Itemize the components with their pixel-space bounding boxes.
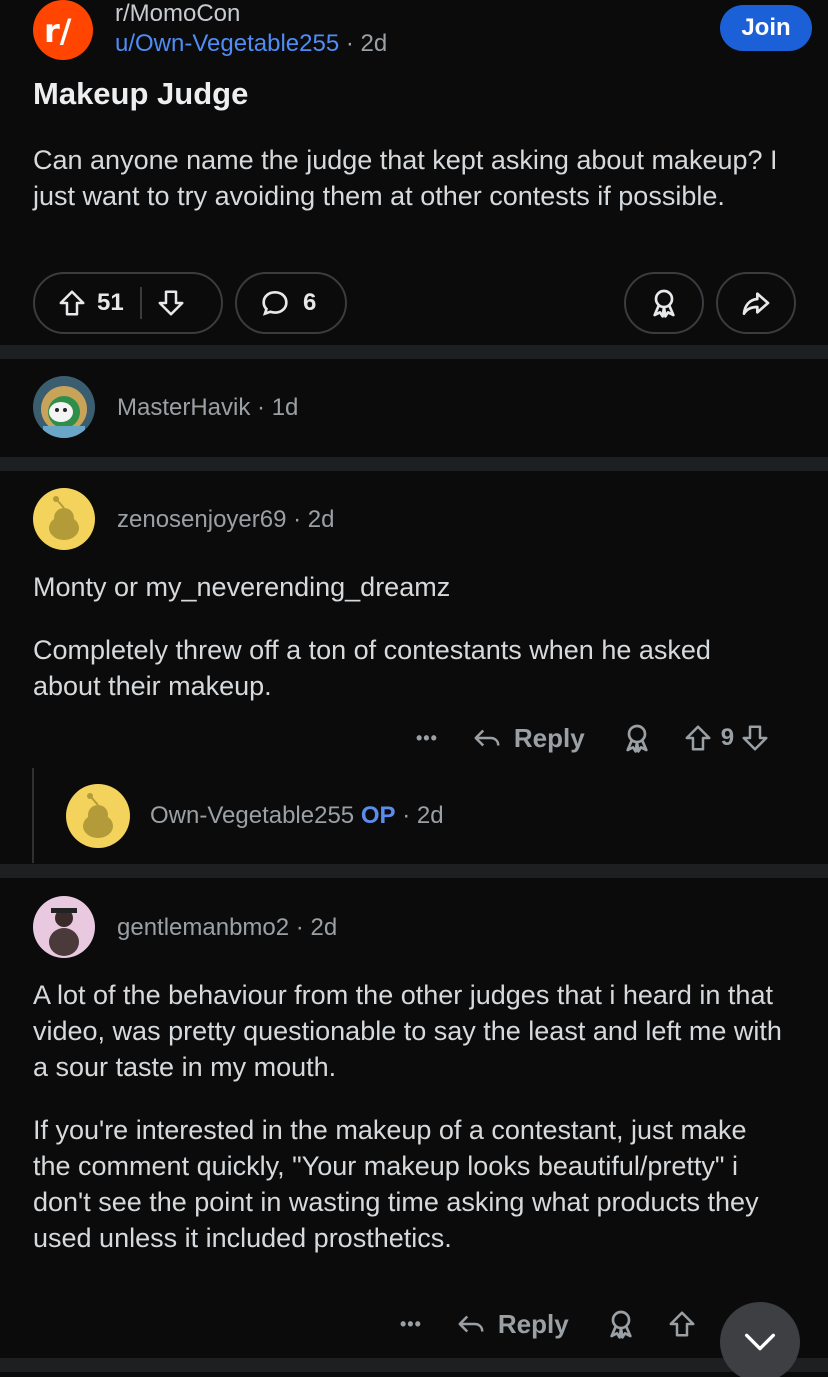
author-name[interactable]: u/Own-Vegetable255 bbox=[115, 30, 339, 57]
upvote-icon[interactable] bbox=[683, 723, 713, 753]
reply-button[interactable]: Reply bbox=[498, 1309, 569, 1340]
section-divider bbox=[0, 457, 828, 471]
upvote-count: 51 bbox=[97, 289, 124, 316]
comment-count: 6 bbox=[303, 289, 317, 316]
section-divider bbox=[0, 345, 828, 359]
subreddit-name[interactable]: r/MomoCon bbox=[115, 0, 240, 28]
comment-author[interactable]: Own-Vegetable255 OP · 2d bbox=[150, 802, 444, 830]
reply-icon[interactable] bbox=[456, 1309, 486, 1339]
comment-icon bbox=[259, 287, 291, 319]
reply-button[interactable]: Reply bbox=[514, 723, 585, 754]
op-badge: OP bbox=[360, 802, 396, 829]
award-icon[interactable] bbox=[605, 1308, 637, 1340]
post-body: Can anyone name the judge that kept aski… bbox=[33, 145, 778, 211]
svg-text:r/: r/ bbox=[44, 12, 72, 48]
comment-paragraph: Monty or my_neverending_dreamz bbox=[33, 572, 451, 602]
section-divider bbox=[0, 864, 828, 878]
vote-count: 9 bbox=[720, 724, 735, 751]
avatar[interactable] bbox=[33, 376, 95, 438]
chevron-down-icon bbox=[740, 1322, 780, 1362]
comment-author[interactable]: zenosenjoyer69 · 2d bbox=[117, 506, 335, 534]
comment-author[interactable]: MasterHavik · 1d bbox=[117, 394, 298, 422]
post-time: 2d bbox=[360, 30, 388, 57]
share-button[interactable] bbox=[716, 272, 796, 334]
post-author[interactable]: u/Own-Vegetable255 · 2d bbox=[115, 30, 387, 58]
comment-actions: ••• Reply 9 bbox=[416, 718, 770, 758]
post-title: Makeup Judge bbox=[33, 76, 249, 111]
avatar[interactable] bbox=[66, 784, 130, 848]
comment-paragraph: A lot of the behaviour from the other ju… bbox=[33, 980, 782, 1082]
comment-time: 1d bbox=[271, 394, 299, 421]
downvote-icon[interactable] bbox=[740, 723, 770, 753]
comment-actions: ••• Reply bbox=[400, 1304, 697, 1344]
more-options-button[interactable]: ••• bbox=[400, 1314, 422, 1335]
comment-time: 2d bbox=[416, 802, 444, 829]
downvote-icon[interactable] bbox=[156, 288, 186, 318]
avatar[interactable] bbox=[33, 488, 95, 550]
thread-line[interactable] bbox=[32, 768, 34, 863]
award-icon bbox=[648, 287, 680, 319]
comment-time: 2d bbox=[307, 506, 335, 533]
share-icon bbox=[740, 287, 772, 319]
section-divider bbox=[0, 1358, 828, 1372]
award-button[interactable] bbox=[624, 272, 704, 334]
reply-icon[interactable] bbox=[472, 723, 502, 753]
username[interactable]: gentlemanbmo2 bbox=[117, 914, 289, 941]
comments-button[interactable]: 6 bbox=[235, 272, 347, 334]
join-button[interactable]: Join bbox=[720, 5, 812, 51]
username[interactable]: MasterHavik bbox=[117, 394, 250, 421]
upvote-icon[interactable] bbox=[667, 1309, 697, 1339]
comment-paragraph: Completely threw off a ton of contestant… bbox=[33, 635, 711, 701]
vote-bar: 51 bbox=[33, 272, 223, 334]
scroll-next-button[interactable] bbox=[720, 1302, 800, 1377]
comment-time: 2d bbox=[310, 914, 338, 941]
reddit-r-logo-icon: r/ bbox=[44, 12, 72, 48]
comment-author[interactable]: gentlemanbmo2 · 2d bbox=[117, 914, 337, 942]
award-icon[interactable] bbox=[621, 722, 653, 754]
upvote-icon[interactable] bbox=[57, 288, 87, 318]
username[interactable]: zenosenjoyer69 bbox=[117, 506, 286, 533]
avatar[interactable] bbox=[33, 896, 95, 958]
username[interactable]: Own-Vegetable255 bbox=[150, 802, 354, 829]
more-options-button[interactable]: ••• bbox=[416, 728, 438, 749]
comment-paragraph: If you're interested in the makeup of a … bbox=[33, 1115, 759, 1253]
subreddit-icon[interactable]: r/ bbox=[33, 0, 93, 60]
